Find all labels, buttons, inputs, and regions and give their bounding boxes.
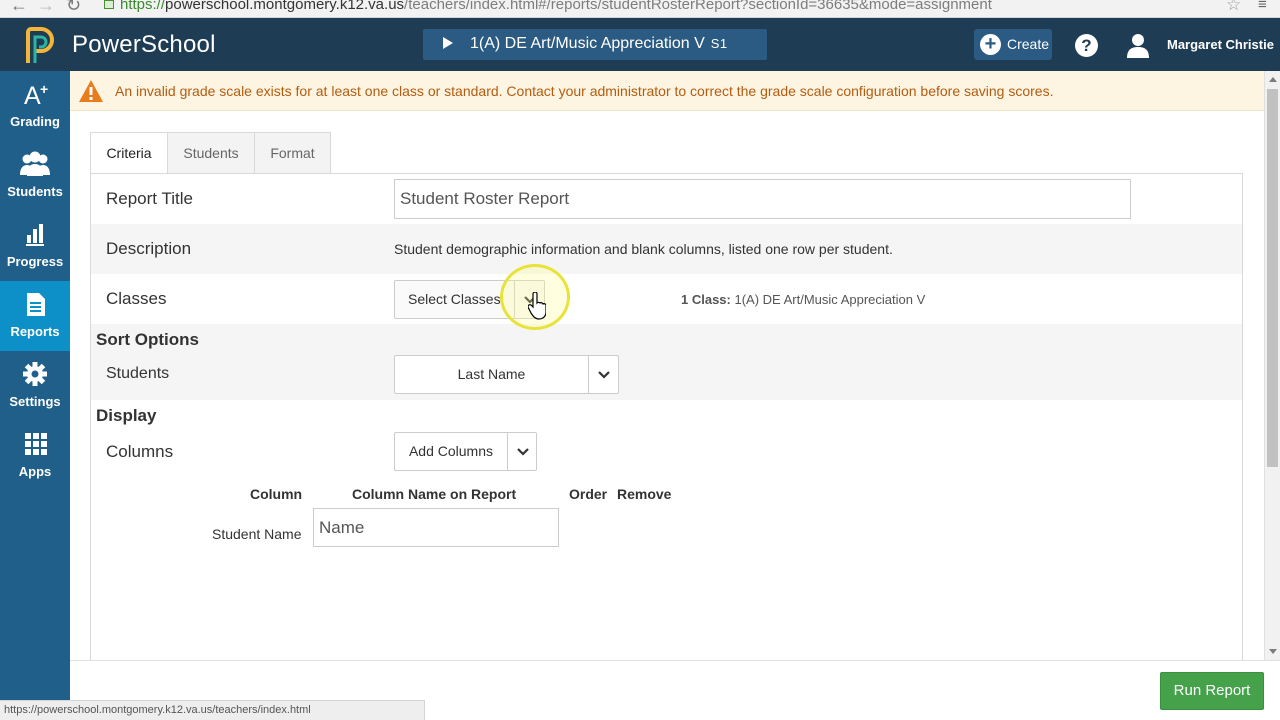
sort-students-label: Students <box>106 365 170 382</box>
hand-cursor-icon <box>528 292 546 320</box>
play-arrow-icon <box>443 37 453 49</box>
create-button[interactable]: + Create <box>974 29 1052 60</box>
sidebar-item-progress[interactable]: Progress <box>0 211 70 281</box>
column-name-input[interactable]: Name <box>313 508 559 547</box>
display-section: Display Columns Add Columns Column Colum… <box>91 400 1242 580</box>
run-report-button[interactable]: Run Report <box>1160 672 1264 710</box>
columns-label: Columns <box>106 442 174 461</box>
secure-lock-icon <box>104 0 114 9</box>
browser-menu-icon[interactable]: ≡ <box>1258 0 1267 13</box>
address-url[interactable]: https://powerschool.montgomery.k12.va.us… <box>120 0 992 13</box>
scroll-down-arrow-icon[interactable] <box>1269 649 1277 654</box>
class-name: 1(A) DE Art/Music Appreciation V <box>470 35 705 52</box>
plus-icon: + <box>980 34 1001 55</box>
grading-icon: A + <box>24 81 48 107</box>
scroll-up-arrow-icon[interactable] <box>1269 77 1277 82</box>
sidebar-item-label: Apps <box>18 464 52 479</box>
sidebar-item-settings[interactable]: Settings <box>0 351 70 421</box>
app-name: PowerSchool <box>72 31 216 58</box>
classes-row: Classes Select Classes 1 Class: 1(A) DE … <box>91 274 1242 324</box>
column-header-remove: Remove <box>617 486 672 502</box>
report-title-input[interactable]: Student Roster Report <box>394 179 1131 219</box>
add-columns-label: Add Columns <box>408 443 494 459</box>
user-name[interactable]: Margaret Christie <box>1167 37 1274 52</box>
column-header-order: Order <box>569 486 608 502</box>
sidebar-item-reports[interactable]: Reports <box>0 281 70 351</box>
back-arrow-icon[interactable]: ← <box>10 0 28 16</box>
sort-students-dropdown[interactable]: Last Name <box>394 355 619 394</box>
tab-students[interactable]: Students <box>167 132 255 174</box>
powerschool-logo-icon[interactable] <box>24 26 56 64</box>
page-scrollbar[interactable] <box>1264 71 1280 660</box>
add-columns-dropdown[interactable]: Add Columns <box>394 432 537 471</box>
sidebar-item-label: Grading <box>10 114 60 129</box>
criteria-panel: Report Title Student Roster Report Descr… <box>90 173 1243 660</box>
sidebar-item-label: Students <box>7 184 63 199</box>
tab-format[interactable]: Format <box>254 132 331 174</box>
bookmark-star-icon[interactable]: ☆ <box>1226 0 1241 15</box>
chevron-down-icon[interactable] <box>508 433 538 470</box>
forward-arrow-icon[interactable]: → <box>37 0 55 16</box>
report-title-row: Report Title Student Roster Report <box>91 174 1242 224</box>
user-icon[interactable] <box>1126 32 1150 58</box>
apps-grid-icon <box>25 433 47 455</box>
warning-message: An invalid grade scale exists for at lea… <box>115 83 1054 99</box>
report-criteria-area: Criteria Students Format Report Title St… <box>70 111 1264 660</box>
sidebar-item-label: Progress <box>6 254 64 269</box>
selected-classes-summary: 1 Class: 1(A) DE Art/Music Appreciation … <box>681 292 925 307</box>
svg-text:A: A <box>24 82 41 107</box>
selected-classes-count: 1 Class: <box>681 292 731 307</box>
svg-text:+: + <box>40 81 48 97</box>
help-icon[interactable]: ? <box>1075 34 1098 57</box>
classes-label: Classes <box>106 289 167 308</box>
sidebar-item-label: Settings <box>9 394 61 409</box>
scrollbar-thumb[interactable] <box>1267 89 1278 467</box>
description-label: Description <box>106 239 192 258</box>
sidebar-item-grading[interactable]: A + Grading <box>0 71 70 141</box>
sidebar-item-label: Reports <box>10 324 60 339</box>
status-bar-url: https://powerschool.montgomery.k12.va.us… <box>0 700 425 720</box>
sort-options-section: Sort Options Students Last Name <box>91 324 1242 400</box>
reports-icon <box>27 293 45 316</box>
reload-icon[interactable]: ↻ <box>66 0 81 16</box>
chevron-down-icon[interactable] <box>589 356 619 393</box>
browser-address-bar: ← → ↻ https://powerschool.montgomery.k12… <box>0 0 1280 18</box>
column-header-column: Column <box>250 486 303 502</box>
column-cell: Student Name <box>212 526 302 542</box>
grade-scale-warning: An invalid grade scale exists for at lea… <box>70 71 1264 111</box>
sort-options-heading: Sort Options <box>96 330 199 349</box>
create-label: Create <box>1007 36 1050 52</box>
gear-icon <box>23 362 47 386</box>
students-icon <box>20 151 50 176</box>
description-row: Description Student demographic informat… <box>91 224 1242 274</box>
sidebar: A + Grading Students Progress Reports Se… <box>0 71 70 720</box>
sidebar-item-students[interactable]: Students <box>0 141 70 211</box>
progress-icon <box>26 224 44 246</box>
url-path: /teachers/index.html#/reports/studentRos… <box>404 0 992 13</box>
warning-icon <box>79 80 103 102</box>
class-selector-button[interactable]: 1(A) DE Art/Music Appreciation V S1 <box>423 29 767 60</box>
url-scheme: https:// <box>120 0 166 13</box>
description-text: Student demographic information and blan… <box>394 241 893 257</box>
sidebar-item-apps[interactable]: Apps <box>0 421 70 491</box>
top-header: PowerSchool 1(A) DE Art/Music Appreciati… <box>0 18 1280 71</box>
url-host: powerschool.montgomery.k12.va.us <box>165 0 405 13</box>
tab-criteria[interactable]: Criteria <box>90 132 168 174</box>
sort-students-value: Last Name <box>457 366 526 382</box>
report-title-label: Report Title <box>106 189 193 208</box>
select-classes-label: Select Classes <box>408 291 501 307</box>
selected-classes-value: 1(A) DE Art/Music Appreciation V <box>734 292 926 307</box>
display-heading: Display <box>96 406 157 425</box>
term-label: S1 <box>710 36 728 51</box>
column-header-name-on-report: Column Name on Report <box>352 486 517 502</box>
